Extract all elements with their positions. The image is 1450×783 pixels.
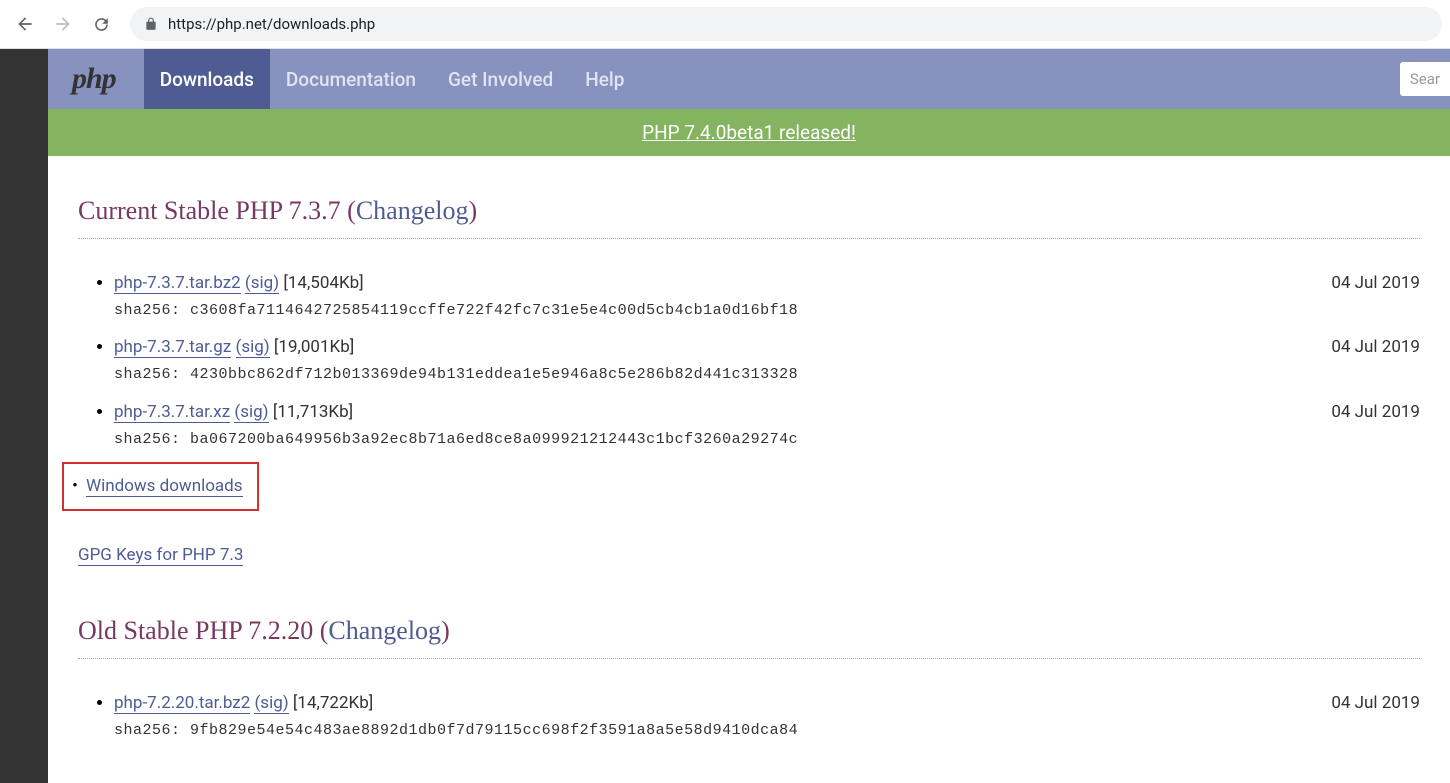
back-button[interactable] bbox=[8, 7, 42, 41]
file-size: [14,722Kb] bbox=[293, 693, 373, 713]
section-title-current: Current Stable PHP 7.3.7 (Changelog) bbox=[78, 196, 1420, 239]
release-date: 04 Jul 2019 bbox=[1331, 398, 1420, 427]
file-size: [11,713Kb] bbox=[273, 402, 353, 422]
download-file-link[interactable]: php-7.2.20.tar.bz2 bbox=[114, 693, 250, 714]
windows-downloads-link[interactable]: Windows downloads bbox=[86, 476, 243, 497]
search-input[interactable]: Sear bbox=[1400, 62, 1450, 96]
download-file-link[interactable]: php-7.3.7.tar.gz bbox=[114, 337, 231, 358]
signature-link[interactable]: (sig) bbox=[234, 402, 268, 423]
file-size: [14,504Kb] bbox=[283, 273, 363, 293]
changelog-link[interactable]: Changelog bbox=[356, 196, 469, 225]
banner-link[interactable]: PHP 7.4.0beta1 released! bbox=[642, 121, 856, 144]
signature-link[interactable]: (sig) bbox=[245, 273, 279, 294]
php-logo[interactable]: php bbox=[48, 62, 144, 96]
browser-toolbar: https://php.net/downloads.php bbox=[0, 0, 1450, 49]
forward-button[interactable] bbox=[46, 7, 80, 41]
lock-icon bbox=[144, 17, 158, 31]
sha256-hash: sha256: 9fb829e54e54c483ae8892d1db0f7d79… bbox=[114, 718, 1420, 744]
section-title-old: Old Stable PHP 7.2.20 (Changelog) bbox=[78, 616, 1420, 659]
nav-help[interactable]: Help bbox=[569, 49, 640, 109]
left-gutter bbox=[0, 49, 48, 783]
gpg-keys-link[interactable]: GPG Keys for PHP 7.3 bbox=[78, 545, 243, 566]
file-size: [19,001Kb] bbox=[274, 337, 354, 357]
download-file-link[interactable]: php-7.3.7.tar.xz bbox=[114, 402, 230, 423]
nav-downloads[interactable]: Downloads bbox=[144, 49, 270, 109]
downloads-list: php-7.2.20.tar.bz2 (sig) [14,722Kb] 04 J… bbox=[78, 689, 1420, 743]
url-text: https://php.net/downloads.php bbox=[168, 15, 375, 33]
sha256-hash: sha256: 4230bbc862df712b013369de94b131ed… bbox=[114, 362, 1420, 388]
reload-button[interactable] bbox=[84, 7, 118, 41]
download-item: php-7.3.7.tar.xz (sig) [11,713Kb] 04 Jul… bbox=[114, 398, 1420, 452]
release-date: 04 Jul 2019 bbox=[1331, 269, 1420, 298]
changelog-link[interactable]: Changelog bbox=[328, 616, 441, 645]
address-bar[interactable]: https://php.net/downloads.php bbox=[130, 7, 1442, 41]
download-item: php-7.2.20.tar.bz2 (sig) [14,722Kb] 04 J… bbox=[114, 689, 1420, 743]
sha256-hash: sha256: ba067200ba649956b3a92ec8b71a6ed8… bbox=[114, 427, 1420, 453]
nav-documentation[interactable]: Documentation bbox=[270, 49, 432, 109]
highlight-box: •Windows downloads bbox=[62, 462, 259, 511]
downloads-list: php-7.3.7.tar.bz2 (sig) [14,504Kb] 04 Ju… bbox=[78, 269, 1420, 511]
signature-link[interactable]: (sig) bbox=[254, 693, 288, 714]
download-file-link[interactable]: php-7.3.7.tar.bz2 bbox=[114, 273, 241, 294]
release-date: 04 Jul 2019 bbox=[1331, 689, 1420, 718]
sha256-hash: sha256: c3608fa7114642725854119ccffe722f… bbox=[114, 298, 1420, 324]
download-item: php-7.3.7.tar.bz2 (sig) [14,504Kb] 04 Ju… bbox=[114, 269, 1420, 323]
nav-get-involved[interactable]: Get Involved bbox=[432, 49, 569, 109]
download-item: php-7.3.7.tar.gz (sig) [19,001Kb] 04 Jul… bbox=[114, 333, 1420, 387]
main-nav: php Downloads Documentation Get Involved… bbox=[48, 49, 1450, 109]
release-date: 04 Jul 2019 bbox=[1331, 333, 1420, 362]
announcement-banner: PHP 7.4.0beta1 released! bbox=[48, 109, 1450, 156]
windows-downloads-item: •Windows downloads bbox=[78, 462, 1420, 511]
signature-link[interactable]: (sig) bbox=[236, 337, 270, 358]
